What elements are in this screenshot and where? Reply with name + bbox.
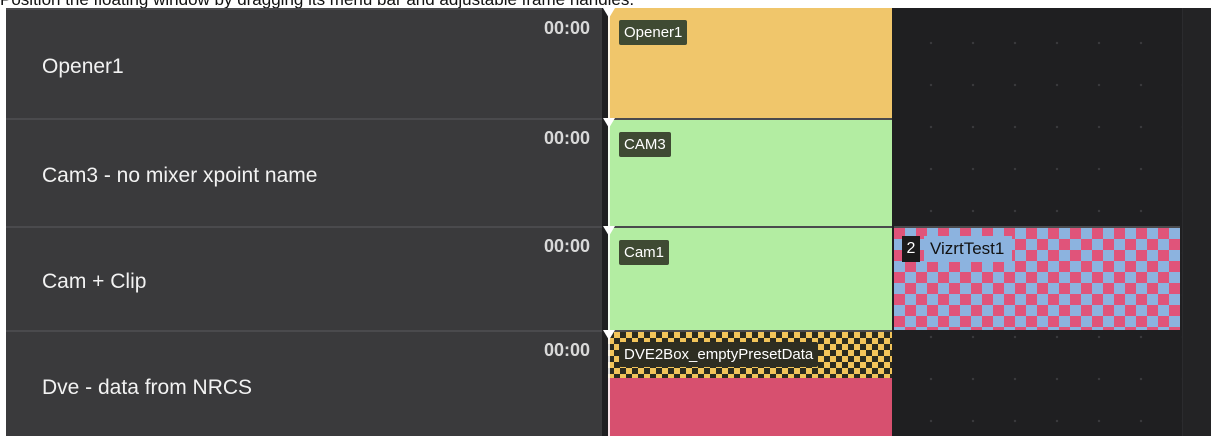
clip-block[interactable]: Opener1 [608,8,892,118]
secondary-clip-name: VizrtTest1 [924,236,1013,262]
clip-block[interactable]: CAM3 [608,118,892,226]
row-label-cell[interactable]: Cam + Clip 00:00 [6,226,602,330]
row-title: Cam + Clip [42,270,147,293]
row-title: Dve - data from NRCS [42,376,253,399]
clip-start-line [608,8,610,436]
row-title: Opener1 [42,55,124,78]
row-label-cell[interactable]: Opener1 00:00 [6,8,602,118]
row-time: 00:00 [543,18,590,38]
clip-block[interactable]: DVE2Box_emptyPresetData [608,330,892,378]
clip-block[interactable]: Cam1 [608,226,892,330]
row-label-cell[interactable]: Dve - data from NRCS 00:00 [6,330,602,436]
secondary-clip-block[interactable]: 2 VizrtTest1 [894,226,1180,330]
clip-name-tag: Opener1 [619,20,688,45]
row-time: 00:00 [543,340,590,360]
row-time: 00:00 [543,128,590,148]
clip-number-badge: 2 [902,236,920,262]
playlist-timeline-panel: Opener1 00:00 Opener1 Cam3 - no mixer xp… [6,8,1211,436]
clip-bottom-block[interactable] [608,378,892,436]
row-title: Cam3 - no mixer xpoint name [42,164,318,187]
row-label-cell[interactable]: Cam3 - no mixer xpoint name 00:00 [6,118,602,226]
row-time: 00:00 [543,236,590,256]
clip-name-tag: DVE2Box_emptyPresetData [619,342,819,367]
clip-name-tag: Cam1 [619,240,670,265]
clip-name-tag: CAM3 [619,132,671,157]
